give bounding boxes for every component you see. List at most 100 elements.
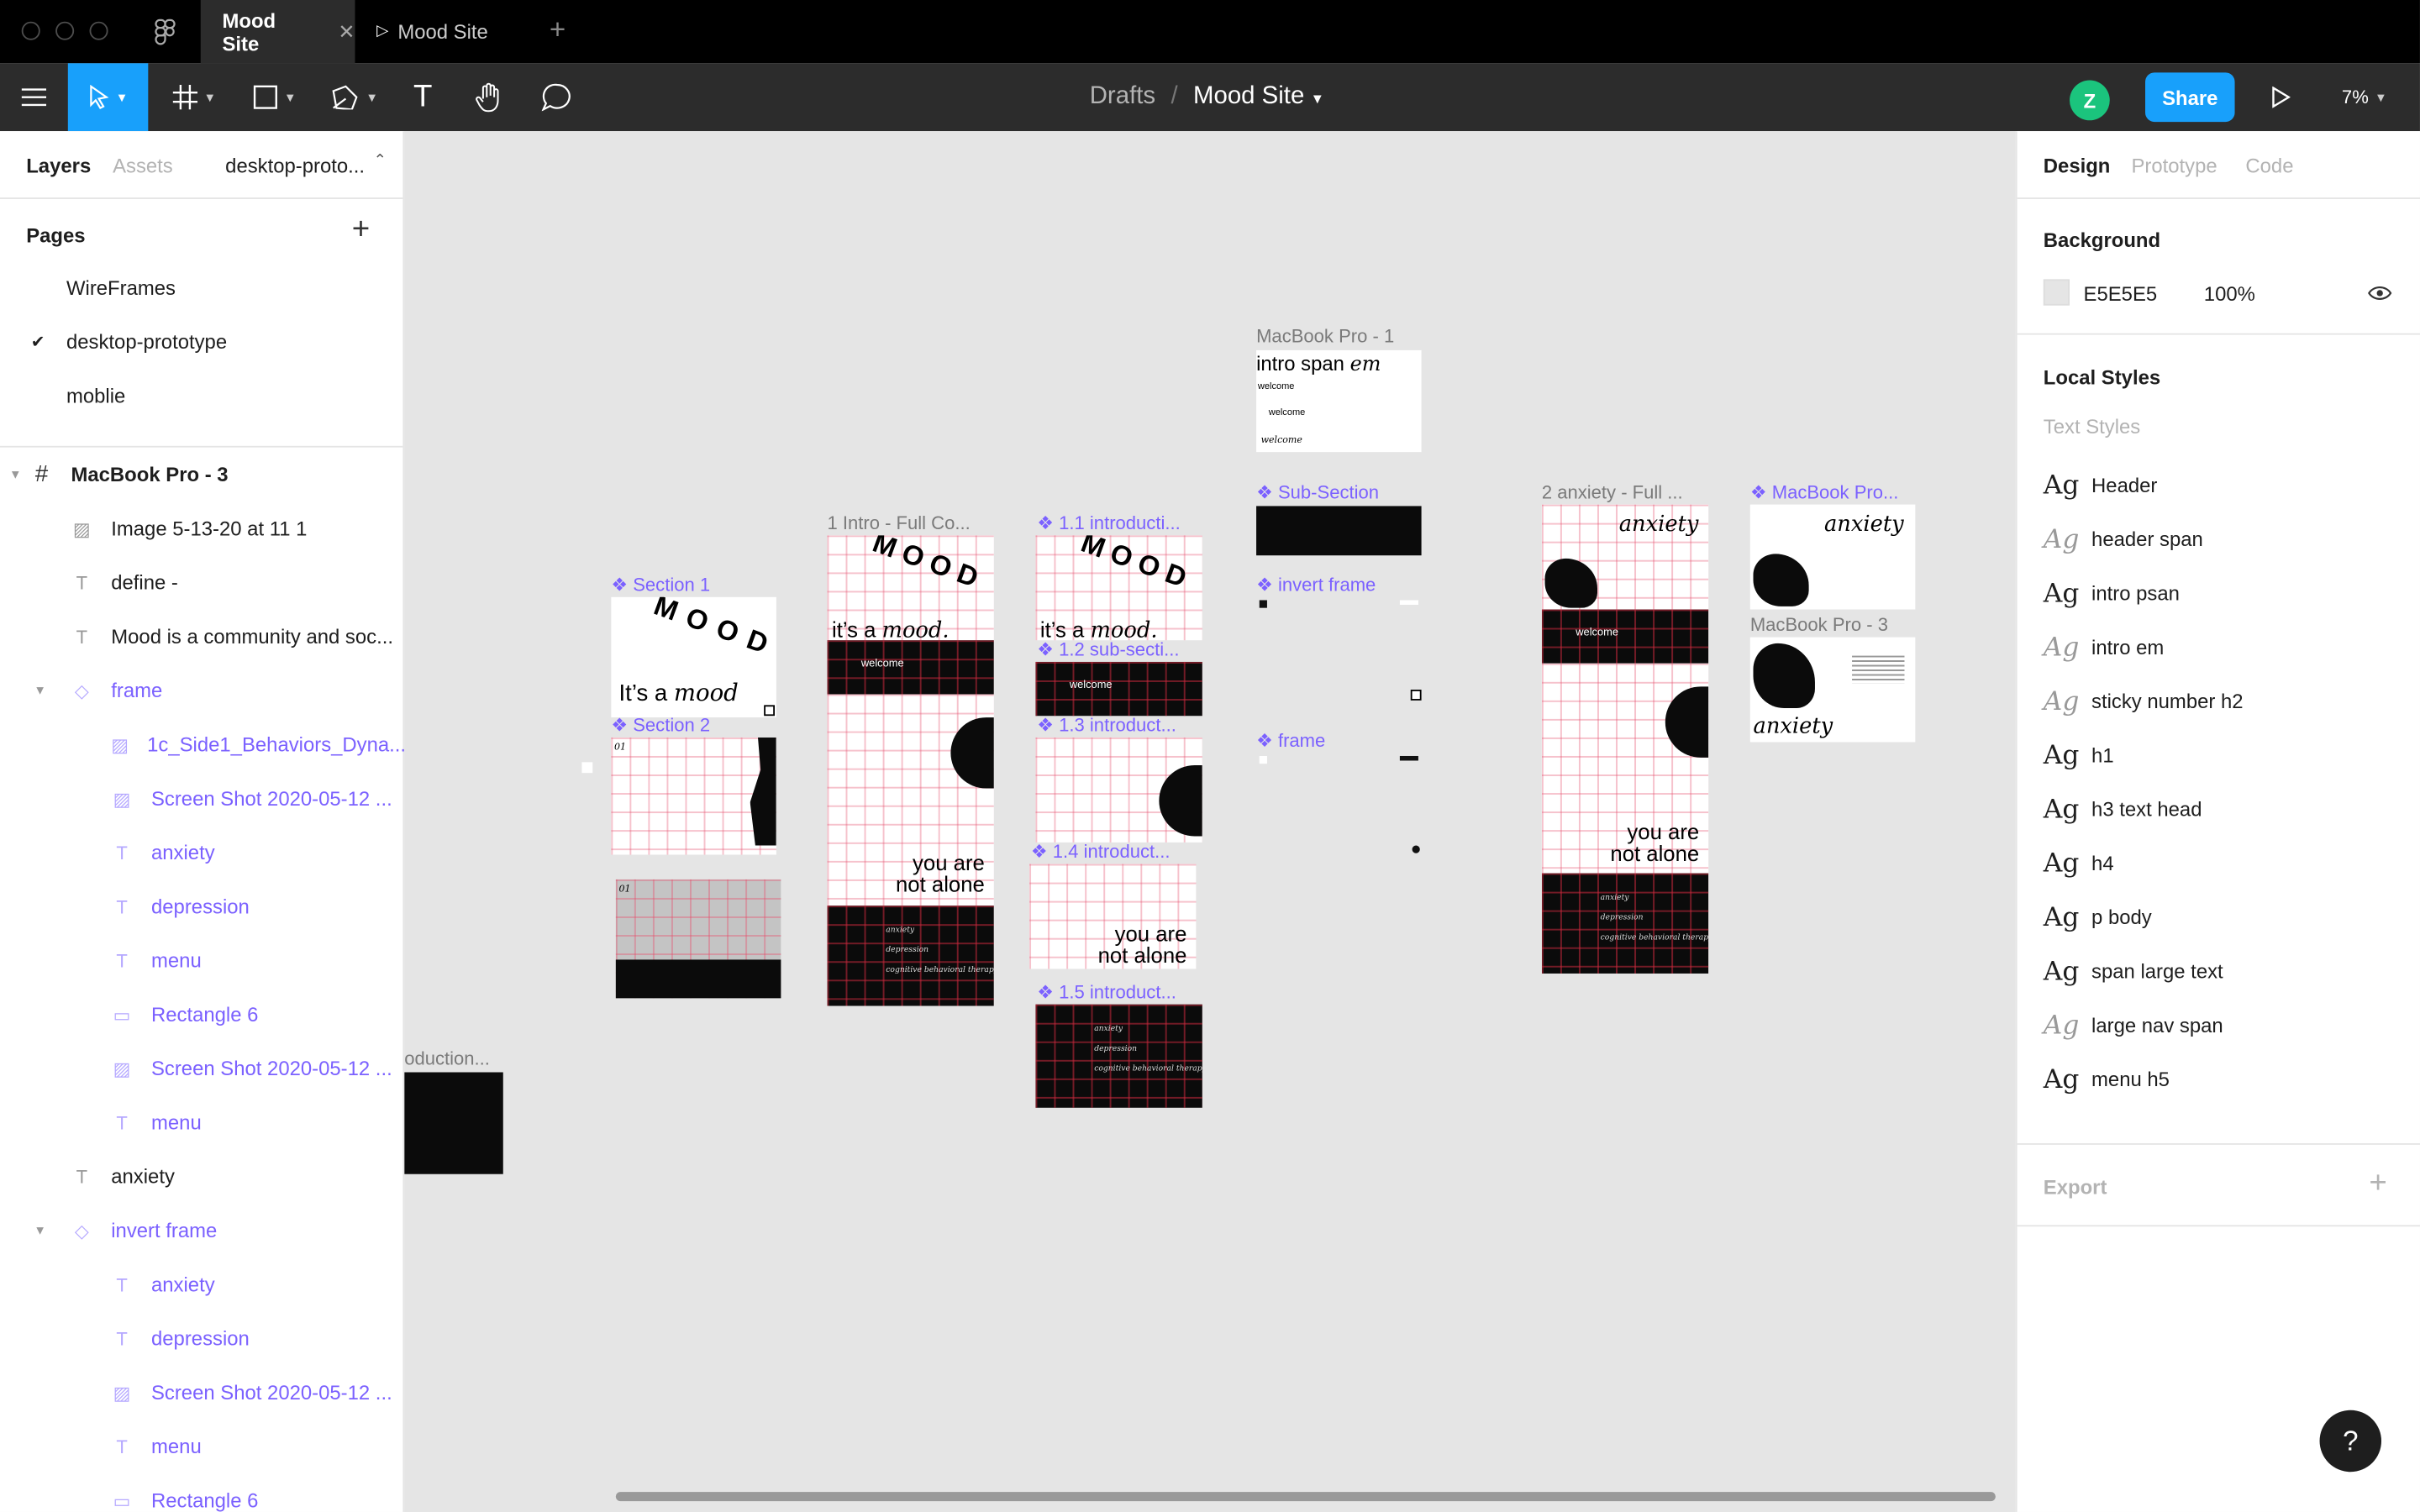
layer-component-invert-frame[interactable]: ▼ ◇ invert frame [0,1204,402,1257]
layer-text-anxiety[interactable]: Tanxiety [0,1257,402,1311]
frame-macbook-pro-3[interactable]: anxiety [1749,637,1916,743]
hand-tool-button[interactable] [466,63,513,131]
text-style-h4[interactable]: Ag h4 [2018,836,2420,890]
caret-down-icon[interactable]: ▼ [34,1224,71,1238]
user-avatar[interactable]: Z [2070,80,2110,121]
layer-image[interactable]: ▨ Image 5-13-20 at 11 1 [0,501,402,555]
frame-section-2-variant[interactable]: 01 [615,879,781,999]
chevron-up-icon[interactable]: ⌃ [373,153,386,170]
background-color-swatch[interactable] [2043,279,2070,306]
frame-tool-button[interactable]: ▼ [160,63,229,131]
close-tab-icon[interactable]: ✕ [338,19,355,44]
component-label-1-5[interactable]: ❖ 1.5 introduct... [1037,981,1176,1003]
layer-text-depression[interactable]: Tdepression [0,1311,402,1365]
component-label-1-1[interactable]: ❖ 1.1 introducti... [1037,512,1180,534]
layer-image-screenshot[interactable]: ▨ Screen Shot 2020-05-12 ... [0,1365,402,1419]
layer-text-anxiety[interactable]: Tanxiety [0,1149,402,1203]
canvas[interactable]: oduction... ❖ Section 1 M O O D It’s a m… [404,131,2016,1512]
text-tool-button[interactable]: T [402,63,445,131]
text-style-sticky-number-h2[interactable]: Ag sticky number h2 [2018,675,2420,728]
component-label-sub-section[interactable]: ❖ Sub-Section [1256,481,1379,503]
caret-down-icon[interactable]: ▼ [9,468,31,482]
comment-tool-button[interactable] [534,63,580,131]
layer-image-screenshot[interactable]: ▨ Screen Shot 2020-05-12 ... [0,771,402,825]
frame-introduction-partial[interactable] [404,1072,503,1174]
text-style-intro-psan[interactable]: Ag intro psan [2018,566,2420,620]
frame-1-3-introduction[interactable] [1035,737,1202,843]
text-style-large-nav-span[interactable]: Ag large nav span [2018,998,2420,1052]
background-hex-input[interactable]: E5E5E5 [2084,282,2158,306]
frame-1-5-introduction[interactable]: anxiety depression cognitive behavioral … [1035,1004,1202,1108]
layer-text-mood-community[interactable]: T Mood is a community and soc... [0,609,402,663]
add-page-plus-icon[interactable]: + [352,213,370,248]
component-label-invert-frame[interactable]: ❖ invert frame [1256,574,1376,596]
help-button[interactable]: ? [2319,1410,2382,1473]
tab-layers[interactable]: Layers [26,155,91,178]
tab-mood-site-prototype[interactable]: ▷ Mood Site [376,0,488,63]
layer-text-depression[interactable]: Tdepression [0,879,402,933]
text-style-menu-h5[interactable]: Ag menu h5 [2018,1053,2420,1106]
text-style-header[interactable]: Ag Header [2018,458,2420,512]
new-tab-plus-icon[interactable]: + [550,14,566,47]
frame-section-2[interactable]: 01 [611,737,776,855]
frame-label-introduction[interactable]: oduction... [404,1047,490,1069]
breadcrumb-drafts[interactable]: Drafts [1090,83,1155,111]
frame-1-4-introduction[interactable]: you are not alone [1029,864,1197,969]
shape-tool-button[interactable]: ▼ [241,63,309,131]
layer-component-frame[interactable]: ▼ ◇ frame [0,664,402,717]
minimize-window-button[interactable] [55,21,75,40]
frame-macbook-pro-1[interactable]: intro span em welcome welcome welcome [1256,349,1422,453]
frame-1-2-sub-section[interactable]: welcome [1035,661,1202,717]
component-label-section-1[interactable]: ❖ Section 1 [611,574,710,596]
layer-text-anxiety[interactable]: Tanxiety [0,826,402,879]
component-label-1-2[interactable]: ❖ 1.2 sub-secti... [1037,638,1179,660]
text-style-h1[interactable]: Ag h1 [2018,728,2420,782]
tab-mood-site-design[interactable]: Mood Site ✕ [200,0,355,64]
text-style-h3-text-head[interactable]: Ag h3 text head [2018,782,2420,836]
frame-section-1[interactable]: M O O D It’s a mood [611,596,776,718]
chevron-down-icon[interactable]: ▼ [1311,91,1324,111]
page-item-wireframes[interactable]: WireFrames [0,260,402,314]
tab-assets[interactable]: Assets [113,155,173,178]
zoom-dropdown[interactable]: 7% ▼ [2330,63,2398,131]
component-sub-section[interactable] [1256,506,1422,556]
layer-macbook-pro-3[interactable]: ▼ # MacBook Pro - 3 [0,448,402,501]
file-name[interactable]: Mood Site [1193,83,1304,111]
frame-anxiety-full[interactable]: anxiety welcome you are not alone anxiety… [1541,504,1709,974]
caret-down-icon[interactable]: ▼ [34,684,71,698]
maximize-window-button[interactable] [89,21,108,40]
add-export-plus-icon[interactable]: + [2369,1167,2386,1202]
frame-label-intro-full[interactable]: 1 Intro - Full Co... [827,512,970,534]
frame-label-macbook-pro-3[interactable]: MacBook Pro - 3 [1750,614,1888,636]
page-item-moblie[interactable]: moblie [0,369,402,423]
text-style-p-body[interactable]: Ag p body [2018,890,2420,944]
frame-1-1-introduction[interactable]: M O O D it’s a mood. [1035,535,1202,641]
layer-image-screenshot[interactable]: ▨ Screen Shot 2020-05-12 ... [0,1042,402,1095]
eye-visibility-icon[interactable] [2367,286,2392,301]
background-opacity-input[interactable]: 100% [2204,282,2255,306]
main-menu-button[interactable] [0,63,68,131]
component-label-1-3[interactable]: ❖ 1.3 introduct... [1037,714,1176,736]
page-switcher[interactable]: desktop-proto... [225,155,365,178]
frame-label-macbook-pro-1[interactable]: MacBook Pro - 1 [1256,326,1394,348]
layer-rectangle-6[interactable]: ▭ Rectangle 6 [0,1473,402,1512]
layer-text-define[interactable]: Tdefine - [0,555,402,609]
tab-design[interactable]: Design [2044,155,2111,178]
pen-tool-button[interactable]: ▼ [321,63,389,131]
text-style-header-span[interactable]: Ag header span [2018,512,2420,566]
page-item-desktop-prototype[interactable]: ✔ desktop-prototype [0,315,402,369]
component-label-section-2[interactable]: ❖ Section 2 [611,714,710,736]
text-style-intro-em[interactable]: Ag intro em [2018,620,2420,674]
move-tool-button[interactable]: ▼ [67,63,149,132]
component-label-macbook-pro[interactable]: ❖ MacBook Pro... [1750,481,1899,503]
close-window-button[interactable] [21,21,40,40]
layer-image-behaviors[interactable]: ▨ 1c_Side1_Behaviors_Dyna... [0,717,406,771]
horizontal-scrollbar[interactable] [615,1492,1996,1502]
layer-text-menu[interactable]: Tmenu [0,933,402,987]
layer-rectangle-6[interactable]: ▭ Rectangle 6 [0,987,402,1041]
component-label-frame[interactable]: ❖ frame [1256,730,1325,752]
frame-label-anxiety-full[interactable]: 2 anxiety - Full ... [1542,481,1683,503]
component-frame[interactable] [1256,753,1422,858]
component-label-1-4[interactable]: ❖ 1.4 introduct... [1031,841,1171,863]
tab-code[interactable]: Code [2245,155,2293,178]
